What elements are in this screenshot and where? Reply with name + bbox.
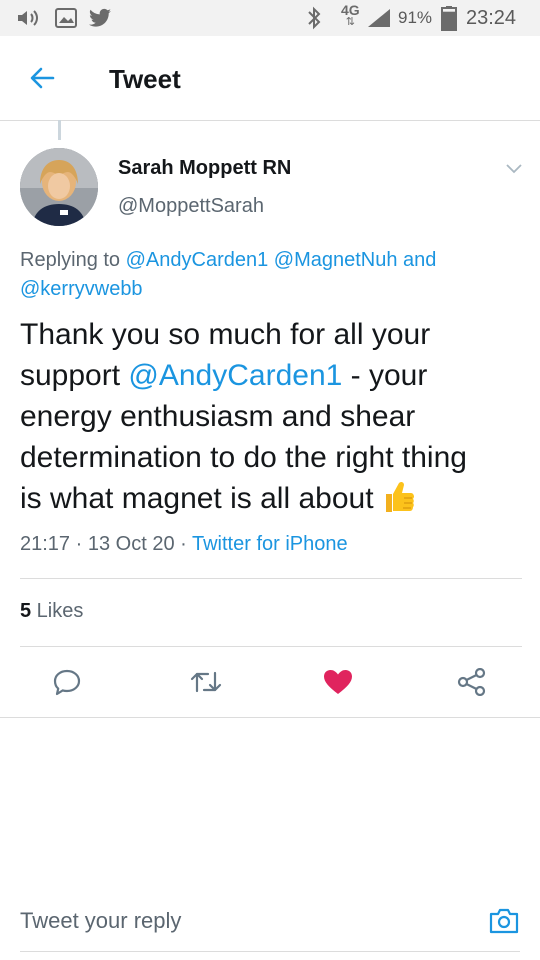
camera-icon [489, 908, 519, 934]
profile-photo [20, 148, 98, 226]
thread-connector-line [58, 120, 61, 140]
gallery-icon [54, 0, 78, 36]
retweet-icon [190, 671, 222, 693]
tweet-line: energy enthusiasm and shear [20, 400, 416, 433]
status-time: 23:24 [466, 6, 517, 29]
tweet-text-segment: is what magnet is all about [20, 482, 382, 515]
share-icon [457, 668, 486, 696]
thumbs-up-icon [385, 481, 414, 512]
reply-input[interactable] [20, 891, 460, 951]
mention-and-text[interactable]: and [398, 249, 436, 271]
tweet-source-link[interactable]: Twitter for iPhone [192, 533, 348, 555]
likes-label: Likes [31, 600, 84, 622]
tweet-menu-button[interactable] [503, 160, 525, 178]
reply-underline [20, 951, 520, 952]
divider [20, 578, 522, 579]
replying-prefix: Replying to [20, 249, 126, 271]
network-label: 4G [341, 2, 360, 18]
author-name[interactable]: Sarah Moppett RN [118, 157, 291, 180]
like-button[interactable] [318, 664, 358, 700]
bluetooth-icon [306, 0, 322, 36]
mention-link[interactable]: @AndyCarden1 [126, 249, 269, 271]
tweet-time: 21:17 [20, 533, 71, 555]
camera-button[interactable] [487, 905, 521, 937]
tweet-date: 13 Oct 20 [87, 533, 175, 555]
replying-to: Replying to @AndyCarden1 @MagnetNuh and … [20, 246, 520, 304]
chevron-down-icon [506, 164, 522, 174]
network-indicator: 4G ⇅ [341, 2, 360, 28]
heart-icon [324, 670, 352, 694]
tweet-text-segment: - your [342, 359, 428, 392]
mention-link[interactable]: @MagnetNuh [274, 249, 398, 271]
mention-link[interactable]: @AndyCarden1 [128, 359, 342, 392]
tweet-text: Thank you so much for all your support @… [20, 314, 530, 519]
battery-icon [441, 0, 457, 36]
retweet-button[interactable] [186, 664, 226, 700]
likes-count-link[interactable]: 5 Likes [20, 600, 83, 623]
header: Tweet [0, 36, 540, 121]
author-handle[interactable]: @MoppettSarah [118, 195, 264, 218]
page-title: Tweet [109, 64, 181, 94]
back-button[interactable] [22, 60, 62, 96]
divider [20, 646, 522, 647]
tweet-line: Thank you so much for all your [20, 318, 431, 351]
meta-separator: · [174, 533, 192, 555]
tweet-line: is what magnet is all about [20, 478, 530, 519]
tweet-metadata: 21:17 · 13 Oct 20 · Twitter for iPhone [20, 533, 348, 556]
tweet-text-segment: support [20, 359, 129, 392]
share-button[interactable] [452, 664, 492, 700]
reply-composer [0, 883, 540, 960]
reply-button[interactable] [47, 664, 87, 700]
clock-wrap: 23:24 [466, 0, 516, 36]
signal-icon [366, 0, 392, 36]
comment-icon [53, 669, 81, 696]
tweet-line: support @AndyCarden1 - your [20, 355, 530, 396]
divider [0, 717, 540, 718]
battery-percent: 91% [398, 8, 433, 27]
arrow-left-icon [30, 67, 55, 89]
battery-percent-wrap: 91% [398, 0, 432, 36]
likes-number: 5 [20, 600, 32, 622]
meta-separator: · [70, 533, 88, 555]
volume-icon [16, 0, 42, 36]
twitter-bird-icon [88, 0, 112, 36]
status-bar: 4G ⇅ 91% 23:24 [0, 0, 540, 36]
avatar[interactable] [20, 148, 98, 226]
tweet-line: determination to do the right thing [20, 441, 467, 474]
mention-link[interactable]: @kerryvwebb [20, 278, 143, 300]
